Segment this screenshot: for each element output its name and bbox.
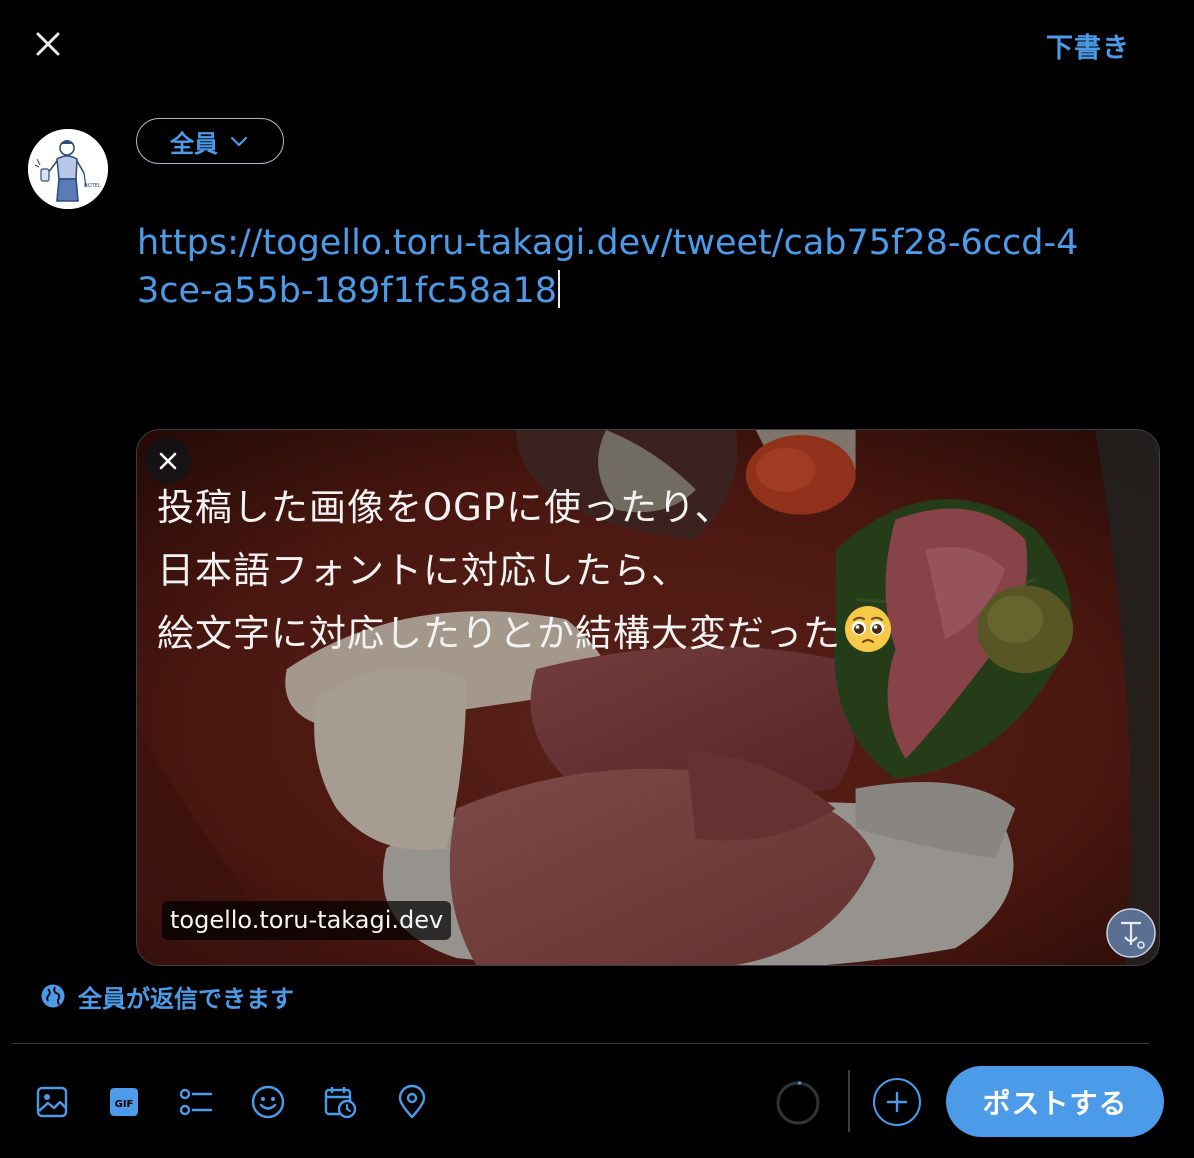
close-icon [159, 452, 177, 470]
image-icon [36, 1086, 68, 1118]
post-text-input[interactable]: https://togello.toru-takagi.dev/tweet/ca… [137, 219, 1097, 315]
add-location-button[interactable] [388, 1078, 436, 1126]
location-icon [398, 1084, 426, 1119]
poll-icon [179, 1088, 213, 1116]
schedule-icon [324, 1087, 357, 1119]
audience-selector[interactable]: 全員 [136, 118, 284, 164]
caption-line: 絵文字に対応したりとか結構大変だった [157, 612, 841, 655]
plus-icon [886, 1091, 908, 1113]
text-caret [557, 270, 560, 308]
svg-text:HOTEL: HOTEL [84, 183, 101, 189]
globe-icon [41, 984, 65, 1008]
chevron-down-icon [230, 136, 248, 147]
card-caption: 投稿した画像をOGPに使ったり、 日本語フォントに対応したら、 絵文字に対応した… [157, 476, 1117, 665]
gif-icon: GIF [110, 1088, 138, 1116]
add-gif-button[interactable]: GIF [100, 1078, 148, 1126]
close-icon [36, 32, 60, 56]
post-button[interactable]: ポストする [946, 1066, 1164, 1137]
caption-line: 日本語フォントに対応したら、 [157, 549, 689, 592]
site-logo-icon [1106, 908, 1156, 958]
drafts-button[interactable]: 下書き [1046, 26, 1130, 65]
audience-label: 全員 [170, 129, 218, 158]
link-preview-card[interactable]: 投稿した画像をOGPに使ったり、 日本語フォントに対応したら、 絵文字に対応した… [136, 429, 1160, 966]
toolbar-separator [848, 1070, 850, 1132]
avatar-illustration: HOTEL [28, 129, 108, 209]
compose-post-dialog: 下書き HOTEL 全員 https://togello.toru-takagi… [0, 0, 1194, 1158]
caption-line-with-emoji: 絵文字に対応したりとか結構大変だった [157, 602, 1117, 665]
card-domain: togello.toru-takagi.dev [162, 901, 452, 940]
toolbar-divider [12, 1043, 1149, 1044]
reply-setting-button[interactable]: 全員が返信できます [40, 980, 294, 1013]
close-button[interactable] [26, 22, 70, 66]
add-emoji-button[interactable] [244, 1078, 292, 1126]
caption-line: 投稿した画像をOGPに使ったり、 [157, 486, 733, 529]
add-media-button[interactable] [28, 1078, 76, 1126]
reply-setting-label: 全員が返信できます [78, 984, 294, 1013]
avatar[interactable]: HOTEL [28, 129, 108, 209]
character-count-ring [776, 1081, 820, 1125]
schedule-post-button[interactable] [316, 1078, 364, 1126]
add-poll-button[interactable] [172, 1078, 220, 1126]
emoji-icon [251, 1085, 285, 1119]
svg-text:GIF: GIF [115, 1099, 134, 1110]
pleading-face-icon [845, 606, 891, 652]
post-text-url: https://togello.toru-takagi.dev/tweet/ca… [137, 223, 1079, 311]
add-post-button[interactable] [873, 1078, 921, 1126]
